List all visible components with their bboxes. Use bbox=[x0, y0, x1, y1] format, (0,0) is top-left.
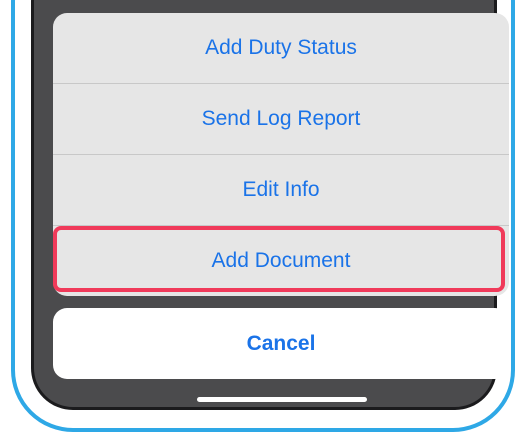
add-duty-status-button[interactable]: Add Duty Status bbox=[53, 13, 509, 84]
home-indicator bbox=[197, 397, 367, 402]
edit-info-button[interactable]: Edit Info bbox=[53, 155, 509, 226]
send-log-report-button[interactable]: Send Log Report bbox=[53, 84, 509, 155]
cancel-button[interactable]: Cancel bbox=[53, 308, 509, 379]
screenshot-stage: Add Duty Status Send Log Report Edit Inf… bbox=[0, 0, 531, 440]
add-document-button[interactable]: Add Document bbox=[53, 226, 509, 296]
action-sheet: Add Duty Status Send Log Report Edit Inf… bbox=[53, 13, 509, 296]
